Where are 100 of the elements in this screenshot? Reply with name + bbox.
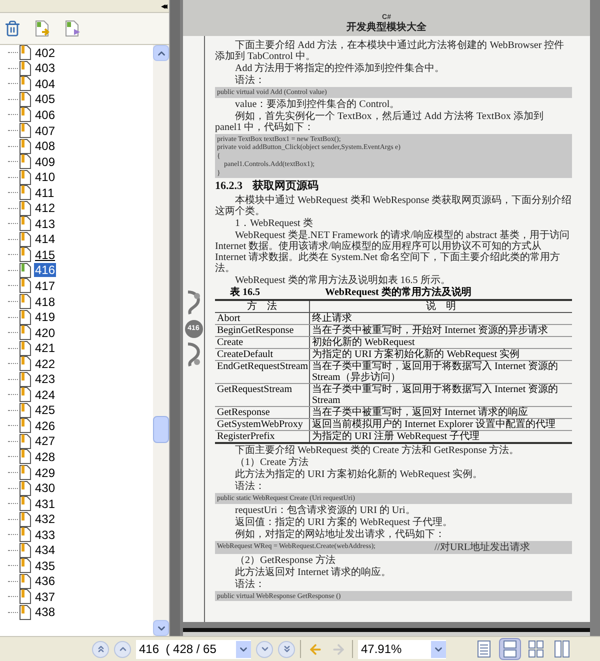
zoom-field[interactable]: 47.91% [358,640,446,658]
bookmark-item[interactable]: 411 [34,186,56,200]
bookmark-item[interactable]: 410 [34,170,56,184]
page-arrow-icon[interactable] [65,20,81,37]
scroll-thumb[interactable] [153,416,169,443]
table-cell: RegisterPrefix [215,431,310,442]
bookmark-item[interactable]: 429 [34,466,56,480]
bookmark-page-icon [19,294,31,310]
bookmark-page-icon [19,589,31,604]
delete-icon[interactable] [4,20,21,37]
bookmark-item[interactable]: 427 [34,434,56,448]
bookmark-page-icon [19,558,31,574]
bookmark-item[interactable]: 423 [34,372,56,386]
bookmark-item[interactable]: 438 [34,605,56,620]
bookmark-page-icon [19,60,31,76]
bookmark-item[interactable]: 418 [34,294,56,309]
paragraph: 返回值：指定的 URI 方案的 WebRequest 子代理。 [234,516,454,528]
bookmark-item[interactable]: 433 [34,528,56,542]
table-cell-text: 为指定的 URI 注册 WebRequest 子代理 [311,431,481,442]
bookmark-item[interactable]: 421 [34,341,56,356]
page-nav-button[interactable] [278,640,295,658]
bookmark-item[interactable]: 414 [34,232,56,246]
paragraph: 此方法为指定的 URI 方案初始化新的 WebRequest 实例。 [234,469,484,480]
paragraph: 1．WebRequest 类 [234,218,314,229]
paragraph: value：要添加到控件集合的 Control。 [234,98,401,110]
chevron-icon[interactable] [282,644,292,654]
bookmark-item[interactable]: 432 [34,512,56,526]
bookmark-item[interactable]: 420 [34,326,56,340]
page-nav-button[interactable] [92,640,109,658]
bookmark-page-icon [19,387,31,402]
bookmark-item[interactable]: 431 [34,496,56,511]
bookmark-page-icon [19,76,31,92]
bookmark-item[interactable]: 417 [34,278,56,293]
bookmark-page-icon [19,496,31,512]
table-cell-text: 为指定的 URI 方案初始化新的 WebRequest 实例 [311,349,521,360]
view-mode-button[interactable] [499,638,521,660]
collapse-panel-button[interactable]: ◂◂ [161,2,165,10]
page-number-field[interactable]: 416 ( 428 / 65 [136,640,251,658]
bookmark-item[interactable]: 412 [34,201,56,216]
column-header: 说 明 [425,301,457,312]
paragraph: 本模块中通过 WebRequest 类和 WebResponse 类获取网页源码，下面分别介绍这两个类。 [215,195,572,217]
bookmark-page-icon [19,512,31,527]
page-arrow-icon[interactable] [35,20,51,37]
bookmark-item[interactable]: 437 [34,590,56,604]
bookmark-item[interactable]: 428 [34,450,56,464]
bookmark-item[interactable]: 407 [34,124,56,138]
bookmark-item[interactable]: 424 [34,388,56,402]
page-nav-button[interactable] [114,640,131,658]
bookmark-page-icon [19,216,31,232]
chevron-icon[interactable] [260,644,270,654]
chevron-icon[interactable] [118,644,128,654]
bookmark-page-icon [19,434,31,449]
bookmark-item[interactable]: 405 [34,92,56,106]
bookmark-page-icon [19,92,31,107]
bookmark-page-icon [19,527,31,542]
bookmark-page-icon [19,262,31,278]
paragraph: requestUri：包含请求资源的 URI 的 Uri。 [234,504,416,516]
code-comment: //对URL地址发出请求 [434,542,530,552]
bookmark-item[interactable]: 434 [34,543,56,558]
bookmark-item[interactable]: 436 [34,574,56,588]
bookmark-item[interactable]: 413 [34,216,56,231]
bookmark-page-icon [19,402,31,418]
bookmark-item[interactable]: 430 [34,481,56,496]
bookmark-item[interactable]: 408 [34,139,56,154]
header-title: 开发典型模块大全 [346,22,426,33]
section-heading: 获取网页源码 [252,179,318,194]
bookmark-item[interactable]: 403 [34,61,56,76]
table-cell: BeginGetResponse [215,325,310,336]
table-cell-text: 当在子类中重写时，返回用于将数据写入 Internet 资源的 Stream [311,384,560,406]
bookmark-item[interactable]: 425 [34,403,56,418]
bookmark-item[interactable]: 419 [34,310,56,324]
bookmark-item[interactable]: 416 [34,263,56,278]
table-number: 表 16.5 [229,287,261,299]
scrollbar[interactable] [153,45,169,636]
bookmark-page-icon [19,170,31,185]
bookmark-item[interactable]: 406 [34,108,56,122]
table-cell: CreateDefault [215,349,310,360]
bookmark-item[interactable]: 415 [34,248,56,262]
bookmark-item[interactable]: 404 [34,76,56,91]
paragraph: （1）Create 方法 [234,457,310,468]
bookmark-page-icon [19,325,31,340]
table-cell-text: 终止请求 [311,313,353,324]
bookmark-item[interactable]: 435 [34,558,56,573]
chevron-icon[interactable] [96,644,106,654]
section-number: 16.2.3 [215,179,242,194]
paragraph: 此方法返回对 Internet 请求的响应。 [234,566,392,578]
page-nav-button[interactable] [256,640,273,658]
paragraph: 下面主要介绍 Add 方法，在本模块中通过此方法将创建的 WebBrowser 控件添加到 TabControl 中。 [215,40,566,62]
table-cell: EndGetRequestStream [215,361,310,383]
table-cell-text: 当在子类中被重写时，开始对 Internet 资源的异步请求 [311,325,550,336]
bookmark-item[interactable]: 426 [34,418,56,433]
bookmark-item[interactable]: 402 [34,46,56,60]
bookmark-item[interactable]: 422 [34,356,56,371]
table-caption: WebRequest 类的常用方法及说明 [325,287,472,299]
bookmark-item[interactable]: 409 [34,154,56,169]
paragraph: 例如，对指定的网站地址发出请求，代码如下： [234,528,446,540]
column-header: 方 法 [215,301,310,312]
paragraph: Add 方法用于将指定的控件添加到控件集合中。 [234,63,446,74]
table-cell: Create [215,337,310,348]
bookmark-page-icon [19,604,31,620]
